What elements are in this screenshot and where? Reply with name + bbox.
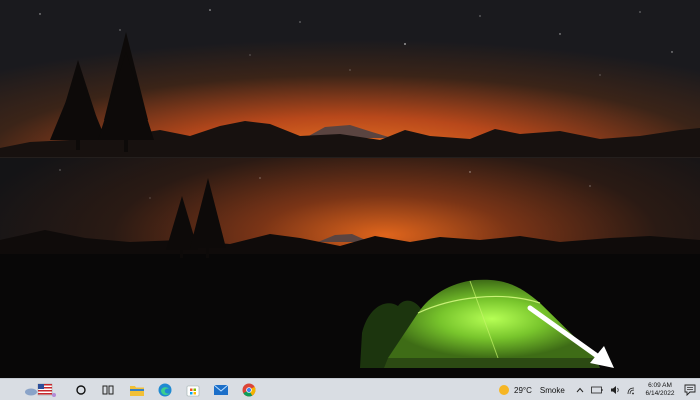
weather-temperature: 29°C: [514, 385, 532, 395]
wallpaper-bottom: [0, 158, 700, 378]
edge-browser-icon[interactable]: [154, 379, 176, 400]
wallpaper-top: [0, 0, 700, 158]
taskbar: 29°C Smoke 6:09 AM 6/14/2022: [0, 378, 700, 400]
task-view-icon[interactable]: [97, 379, 119, 400]
microsoft-store-icon[interactable]: [182, 379, 204, 400]
notification-center-icon[interactable]: [683, 383, 697, 397]
chrome-icon[interactable]: [238, 379, 260, 400]
weather-condition: Smoke: [539, 385, 565, 395]
weather-widget[interactable]: 29°C Smoke: [498, 379, 565, 400]
sun-smoke-icon: [499, 385, 509, 395]
clock-time: 6:09 AM: [648, 382, 672, 389]
battery-icon[interactable]: [590, 383, 604, 397]
wifi-icon[interactable]: [625, 383, 639, 397]
task-view-search-icon[interactable]: [70, 379, 92, 400]
chevron-up-icon[interactable]: [573, 383, 587, 397]
speaker-icon[interactable]: [608, 383, 622, 397]
file-explorer-icon[interactable]: [126, 379, 148, 400]
clock-date: 6/14/2022: [645, 390, 675, 397]
desktop: [0, 0, 700, 378]
news-widget-icon[interactable]: [22, 379, 58, 400]
mail-icon[interactable]: [210, 379, 232, 400]
system-clock[interactable]: 6:09 AM 6/14/2022: [640, 381, 680, 399]
